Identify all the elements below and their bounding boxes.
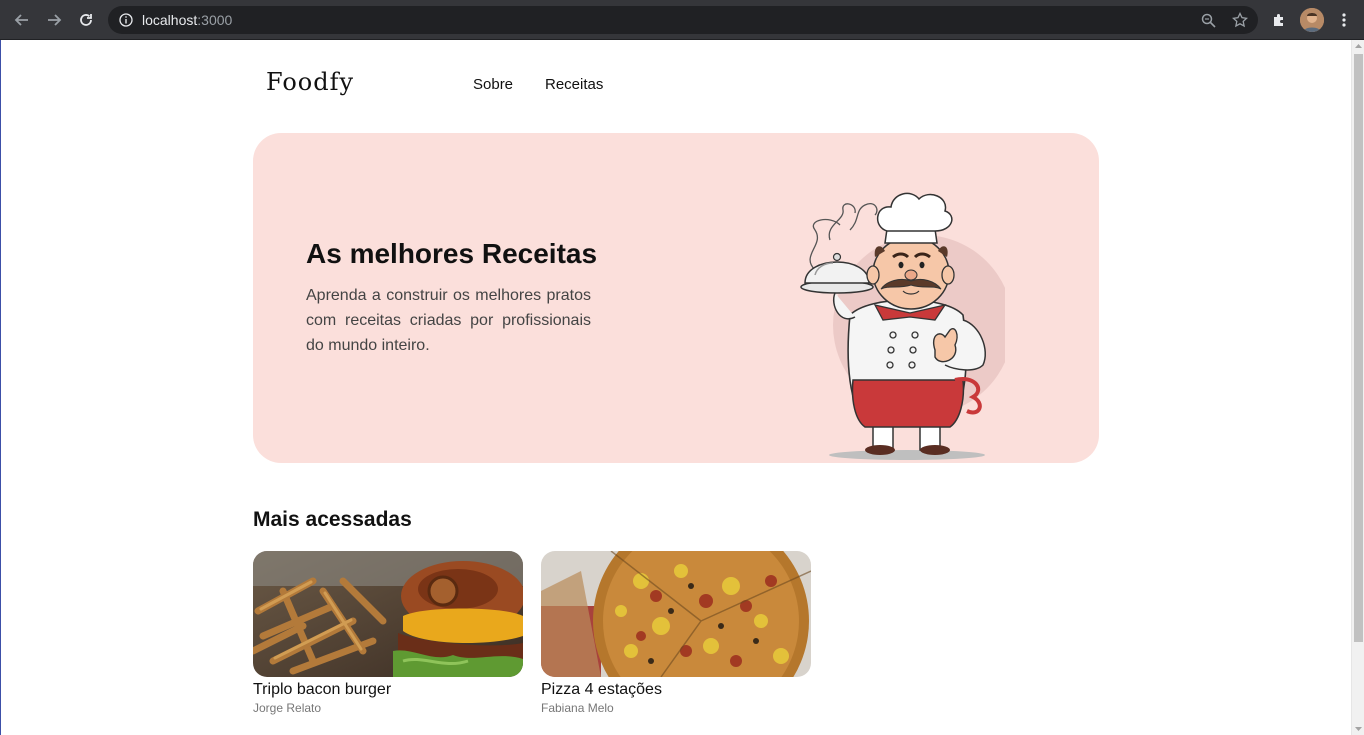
scroll-down-icon <box>1355 727 1362 731</box>
extensions-puzzle-icon[interactable] <box>1267 8 1291 32</box>
recipe-card[interactable]: Pizza 4 estações Fabiana Melo <box>541 551 811 715</box>
nav-link-sobre[interactable]: Sobre <box>473 76 513 93</box>
bookmark-star-icon[interactable] <box>1230 10 1250 30</box>
zoom-icon[interactable] <box>1198 10 1218 30</box>
recipe-author: Fabiana Melo <box>541 701 614 715</box>
site-logo[interactable]: Foodfy <box>266 68 354 96</box>
page-scrollbar[interactable] <box>1351 40 1364 735</box>
profile-avatar[interactable] <box>1300 8 1324 32</box>
scroll-up-icon <box>1355 44 1362 48</box>
recipe-card[interactable]: Triplo bacon burger Jorge Relato <box>253 551 523 715</box>
recipe-title[interactable]: Pizza 4 estações <box>541 681 811 699</box>
info-icon[interactable] <box>116 10 136 30</box>
more-menu-icon[interactable] <box>1332 8 1356 32</box>
address-bar[interactable]: localhost:3000 <box>108 6 1258 34</box>
hero-description: Aprenda a construir os melhores pratos c… <box>306 287 591 354</box>
reload-icon <box>80 14 92 26</box>
recipe-image-burger[interactable] <box>253 551 523 677</box>
section-title: Mais acessadas <box>253 508 412 531</box>
chef-illustration <box>800 192 1005 460</box>
reload-button[interactable] <box>74 8 98 32</box>
arrow-right-icon <box>48 14 62 26</box>
forward-button[interactable] <box>42 8 66 32</box>
scrollbar-thumb[interactable] <box>1354 54 1363 642</box>
url-text[interactable]: localhost:3000 <box>142 12 232 28</box>
recipe-title[interactable]: Triplo bacon burger <box>253 681 523 699</box>
window-edge <box>0 40 1 735</box>
hero-title: As melhores Receitas <box>306 238 598 269</box>
toolbar-divider <box>0 39 1364 40</box>
recipe-image-pizza[interactable] <box>541 551 811 677</box>
url-port: :3000 <box>197 12 233 28</box>
nav-link-receitas[interactable]: Receitas <box>545 76 603 93</box>
back-button[interactable] <box>10 8 34 32</box>
arrow-left-icon <box>14 14 28 26</box>
recipe-author: Jorge Relato <box>253 701 322 715</box>
hero-banner: As melhores Receitas Aprenda a construir… <box>253 133 1099 463</box>
browser-toolbar: localhost:3000 <box>0 0 1364 40</box>
url-host: localhost <box>142 12 198 28</box>
